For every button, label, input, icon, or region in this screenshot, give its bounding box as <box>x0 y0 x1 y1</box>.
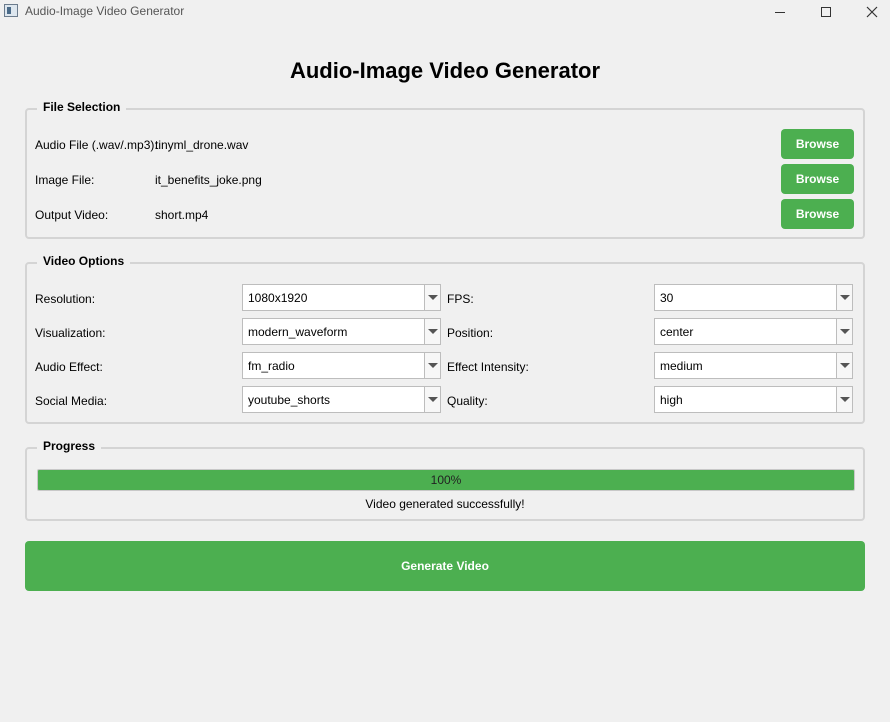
chevron-down-icon[interactable] <box>424 387 440 412</box>
video-options-title: Video Options <box>37 254 131 268</box>
resolution-label: Resolution: <box>35 292 96 306</box>
visualization-label: Visualization: <box>35 326 106 340</box>
fps-value: 30 <box>660 291 674 305</box>
maximize-icon <box>821 7 831 17</box>
visualization-value: modern_waveform <box>248 325 348 339</box>
file-selection-group: File Selection Audio File (.wav/.mp3): t… <box>25 100 865 239</box>
app-window-icon <box>4 4 18 17</box>
output-video-value: short.mp4 <box>155 208 209 222</box>
minimize-icon <box>775 12 785 13</box>
position-value: center <box>660 325 694 339</box>
quality-select[interactable]: high <box>654 386 853 413</box>
effect-intensity-value: medium <box>660 359 703 373</box>
app-heading: Audio-Image Video Generator <box>289 58 601 83</box>
close-button[interactable] <box>849 0 890 24</box>
quality-label: Quality: <box>447 394 488 408</box>
chevron-down-icon[interactable] <box>424 285 440 310</box>
audio-file-value: tinyml_drone.wav <box>155 138 249 152</box>
output-browse-button[interactable]: Browse <box>781 199 854 229</box>
effect-intensity-label: Effect Intensity: <box>447 360 529 374</box>
file-selection-title: File Selection <box>37 100 127 114</box>
progress-percent: 100% <box>430 473 462 487</box>
audio-browse-button[interactable]: Browse <box>781 129 854 159</box>
fps-select[interactable]: 30 <box>654 284 853 311</box>
title-bar: Audio-Image Video Generator <box>0 0 890 24</box>
fps-label: FPS: <box>447 292 474 306</box>
window-title: Audio-Image Video Generator <box>25 4 185 18</box>
audio-effect-label: Audio Effect: <box>35 360 103 374</box>
chevron-down-icon[interactable] <box>836 319 852 344</box>
progress-title: Progress <box>37 439 102 453</box>
image-file-label: Image File: <box>35 173 95 187</box>
output-video-label: Output Video: <box>35 208 109 222</box>
resolution-value: 1080x1920 <box>248 291 308 305</box>
close-icon <box>866 6 878 18</box>
chevron-down-icon[interactable] <box>424 319 440 344</box>
image-browse-button[interactable]: Browse <box>781 164 854 194</box>
audio-file-label: Audio File (.wav/.mp3): <box>35 138 158 152</box>
maximize-button[interactable] <box>803 0 849 24</box>
minimize-button[interactable] <box>757 0 803 24</box>
chevron-down-icon[interactable] <box>836 285 852 310</box>
quality-value: high <box>660 393 683 407</box>
effect-intensity-select[interactable]: medium <box>654 352 853 379</box>
audio-effect-select[interactable]: fm_radio <box>242 352 441 379</box>
image-file-value: it_benefits_joke.png <box>155 173 262 187</box>
position-select[interactable]: center <box>654 318 853 345</box>
chevron-down-icon[interactable] <box>836 353 852 378</box>
video-options-group: Video Options Resolution: 1080x1920 FPS:… <box>25 254 865 424</box>
generate-video-button[interactable]: Generate Video <box>25 541 865 591</box>
social-media-value: youtube_shorts <box>248 393 331 407</box>
social-media-label: Social Media: <box>35 394 108 408</box>
chevron-down-icon[interactable] <box>836 387 852 412</box>
audio-effect-value: fm_radio <box>248 359 295 373</box>
position-label: Position: <box>447 326 494 340</box>
progress-status: Video generated successfully! <box>365 497 525 511</box>
progress-bar: 100% <box>37 469 855 491</box>
chevron-down-icon[interactable] <box>424 353 440 378</box>
social-media-select[interactable]: youtube_shorts <box>242 386 441 413</box>
visualization-select[interactable]: modern_waveform <box>242 318 441 345</box>
progress-group: Progress 100% Video generated successful… <box>25 439 865 521</box>
resolution-select[interactable]: 1080x1920 <box>242 284 441 311</box>
